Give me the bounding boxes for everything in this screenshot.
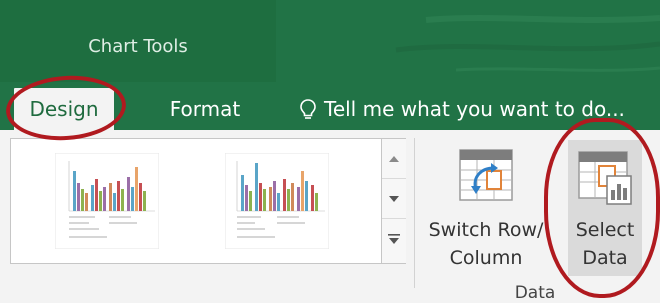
chart-tools-group: Chart Tools: [0, 0, 276, 82]
select-data-label: Select Data: [575, 219, 635, 269]
group-divider: [414, 138, 415, 288]
switch-row-column-button[interactable]: Switch Row/ Column: [424, 140, 548, 280]
data-group-label: Data: [514, 283, 556, 303]
tell-me-search[interactable]: Tell me what you want to do...: [300, 88, 625, 130]
select-data-icon: [578, 151, 632, 205]
gallery-scrollbar: [381, 139, 406, 263]
scroll-up-icon[interactable]: [382, 139, 406, 179]
chart-styles-gallery[interactable]: [10, 138, 406, 264]
chart-tools-label: Chart Tools: [88, 36, 188, 57]
lightbulb-icon: [300, 99, 316, 119]
gallery-more-icon[interactable]: [382, 219, 406, 259]
switch-row-column-icon: [459, 149, 513, 201]
switch-row-column-label: Switch Row/ Column: [428, 219, 544, 269]
chart-style-thumbnail[interactable]: [55, 153, 159, 249]
tab-design[interactable]: Design: [14, 88, 114, 130]
scroll-down-icon[interactable]: [382, 179, 406, 219]
title-bar-texture: [395, 15, 660, 72]
tab-format[interactable]: Format: [150, 88, 260, 130]
select-data-button[interactable]: Select Data: [566, 140, 644, 280]
chart-style-thumbnail[interactable]: [225, 153, 329, 249]
tell-me-text: Tell me what you want to do...: [324, 97, 625, 121]
